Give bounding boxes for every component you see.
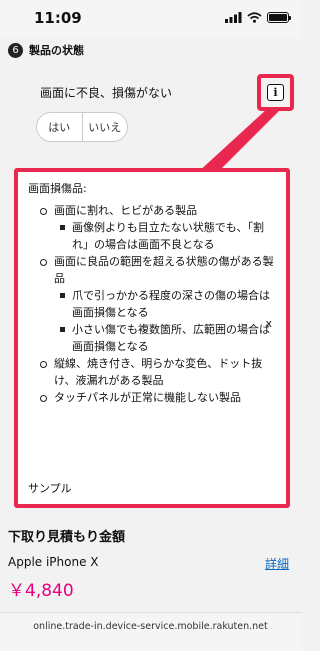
yes-option[interactable]: はい: [37, 113, 82, 141]
status-icons: [225, 12, 291, 23]
sample-label: サンプル: [28, 482, 72, 495]
section-title: 製品の状態: [29, 44, 84, 57]
list-item: 画面に良品の範囲を超える状態の傷がある製品 爪で引っかかる程度の深さの傷の場合は…: [28, 253, 276, 355]
signal-icon: [225, 12, 242, 23]
list-item-text: 画面に割れ、ヒビがある製品: [54, 204, 198, 217]
tooltip-title: 画面損傷品:: [28, 182, 87, 195]
tooltip-close-button[interactable]: x: [265, 317, 272, 330]
device-name: Apple iPhone X: [8, 555, 99, 569]
browser-url-bar[interactable]: online.trade-in.device-service.mobile.ra…: [0, 612, 301, 651]
battery-icon: [267, 12, 291, 23]
list-item-text: 縦線、焼き付き、明らかな変色、ドット抜け、液漏れがある製品: [54, 357, 263, 387]
list-item: タッチパネルが正常に機能しない製品: [28, 389, 276, 406]
no-option[interactable]: いいえ: [81, 113, 128, 141]
section-header: 6 製品の状態: [8, 42, 84, 58]
estimate-price: ￥4,840: [8, 581, 74, 601]
sub-list-item: 小さい傷でも複数箇所、広範囲の場合は画面損傷となる: [54, 321, 276, 355]
details-link[interactable]: 詳細: [265, 555, 289, 572]
damage-criteria-list: 画面に割れ、ヒビがある製品 画像例よりも目立たない状態でも、「割れ」の場合は画面…: [28, 202, 276, 406]
list-item-text: タッチパネルが正常に機能しない製品: [54, 391, 241, 404]
sub-list-item: 爪で引っかかる程度の深さの傷の場合は画面損傷となる: [54, 287, 276, 321]
question-label: 画面に不良、損傷がない: [40, 86, 173, 100]
status-time: 11:09: [34, 9, 82, 27]
list-item-text: 画面に良品の範囲を超える状態の傷がある製品: [54, 255, 274, 285]
estimate-title: 下取り見積もり金額: [8, 530, 126, 545]
section-number-badge: 6: [8, 42, 23, 58]
url-text: online.trade-in.device-service.mobile.ra…: [33, 621, 268, 632]
list-item: 画面に割れ、ヒビがある製品 画像例よりも目立たない状態でも、「割れ」の場合は画面…: [28, 202, 276, 253]
sub-list: 画像例よりも目立たない状態でも、「割れ」の場合は画面不良となる: [54, 219, 276, 253]
wifi-icon: [247, 12, 262, 23]
sub-list-item: 画像例よりも目立たない状態でも、「割れ」の場合は画面不良となる: [54, 219, 276, 253]
screen-damage-tooltip: 画面損傷品: 画面に割れ、ヒビがある製品 画像例よりも目立たない状態でも、「割れ…: [14, 168, 290, 508]
yes-no-toggle: はい いいえ: [36, 112, 128, 142]
list-item: 縦線、焼き付き、明らかな変色、ドット抜け、液漏れがある製品: [28, 355, 276, 389]
sub-list: 爪で引っかかる程度の深さの傷の場合は画面損傷となる 小さい傷でも複数箇所、広範囲…: [54, 287, 276, 355]
status-bar: 11:09: [0, 0, 301, 38]
info-icon[interactable]: i: [267, 84, 284, 101]
